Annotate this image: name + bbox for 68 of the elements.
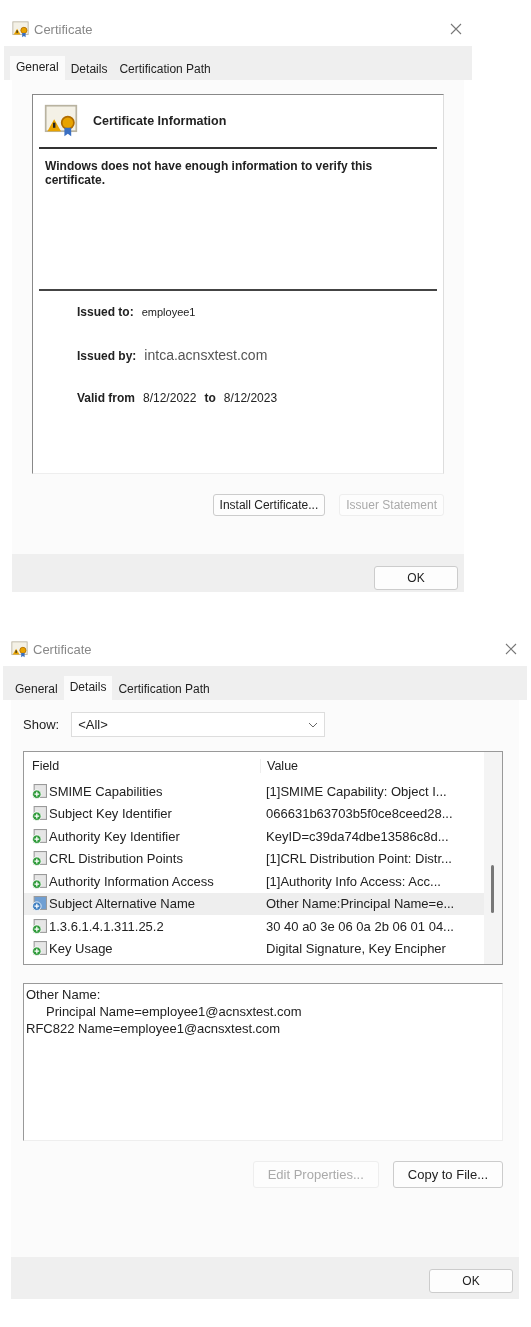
ok-button[interactable]: OK xyxy=(429,1269,513,1293)
detail-text-line: Other Name: xyxy=(26,986,102,1003)
tab[interactable]: General xyxy=(9,678,64,700)
dialog-button[interactable]: Install Certificate... xyxy=(212,494,326,516)
column-header[interactable]: Field xyxy=(24,759,260,773)
certificate-field-icon xyxy=(32,783,47,799)
warning-text: Windows does not have enough information to verify this certificate. xyxy=(39,149,437,291)
info-heading: Certificate Information xyxy=(93,114,227,128)
tab[interactable]: General xyxy=(10,56,65,80)
field-value: KeyID=c39da74dbe13586c8d... xyxy=(265,828,449,844)
field-name: SMIME Capabilities xyxy=(49,783,163,799)
detail-text-line: RFC822 Name=employee1@acnsxtest.com xyxy=(26,1020,282,1037)
field-value: Other Name:Principal Name=e... xyxy=(265,896,455,912)
dialog-button[interactable]: Copy to File... xyxy=(392,1161,503,1188)
field-value: 8/12/2023 xyxy=(223,391,278,405)
field-label: to xyxy=(204,391,216,405)
field-name: Subject Key Identifier xyxy=(49,806,172,822)
field-value: 30 40 a0 3e 06 0a 2b 06 01 04... xyxy=(265,918,454,934)
field-row[interactable]: Key Usage Digital Signature, Key Encipher xyxy=(24,937,484,960)
close-icon[interactable] xyxy=(450,23,462,35)
field-name: Authority Key Identifier xyxy=(49,828,180,844)
field-row[interactable]: SMIME Capabilities [1]SMIME Capability: Object I... xyxy=(24,780,484,803)
field-value: employee1 xyxy=(141,306,196,318)
certificate-field-icon xyxy=(32,806,47,822)
tab[interactable]: Details xyxy=(63,676,113,700)
ok-button[interactable]: OK xyxy=(374,566,458,590)
window-title: Certificate xyxy=(33,641,93,657)
window-title: Certificate xyxy=(34,21,94,37)
show-dropdown[interactable]: <All> xyxy=(71,712,326,737)
field-name: 1.3.6.1.4.1.311.25.2 xyxy=(49,918,164,934)
field-name: Authority Information Access xyxy=(49,873,214,889)
certificate-field-icon xyxy=(32,851,47,867)
field-value: 066631b63703b5f0ce8ceed28... xyxy=(265,806,453,822)
detail-text-line: Principal Name=employee1@acnsxtest.com xyxy=(45,1003,303,1020)
field-value: [1]Authority Info Access: Acc... xyxy=(265,873,441,889)
tab[interactable]: Details xyxy=(64,58,114,80)
column-header[interactable]: Value xyxy=(260,759,299,773)
field-value: 8/12/2022 xyxy=(143,391,197,405)
field-row[interactable]: Subject Alternative Name Other Name:Principal Name=e... xyxy=(24,892,484,915)
certificate-icon xyxy=(12,20,29,38)
tab[interactable]: Certification Path xyxy=(112,678,216,700)
chevron-down-icon xyxy=(308,721,319,728)
certificate-field-icon xyxy=(32,896,47,912)
field-value: Digital Signature, Key Encipher xyxy=(265,941,446,957)
field-label: Issued to: xyxy=(77,305,134,319)
certificate-field-icon xyxy=(32,918,47,934)
certificate-field-icon xyxy=(32,941,47,957)
field-row[interactable]: Authority Information Access [1]Authority Info Access: Acc... xyxy=(24,870,484,893)
certificate-field-icon xyxy=(32,873,47,889)
certificate-field-icon xyxy=(32,828,47,844)
tab[interactable]: Certification Path xyxy=(113,58,217,80)
field-value: [1]CRL Distribution Point: Distr... xyxy=(265,851,452,867)
close-icon[interactable] xyxy=(505,643,517,655)
field-row[interactable]: Subject Key Identifier 066631b63703b5f0ce8ceed28... xyxy=(24,802,484,825)
field-label: Valid from xyxy=(77,391,135,405)
field-row[interactable]: 1.3.6.1.4.1.311.25.2 30 40 a0 3e 06 0a 2b 06 01 04... xyxy=(24,915,484,938)
scrollbar-thumb[interactable] xyxy=(491,865,494,913)
certificate-icon xyxy=(11,640,28,658)
field-value: intca.acnsxtest.com xyxy=(144,347,268,363)
field-name: Key Usage xyxy=(49,941,113,957)
field-name: CRL Distribution Points xyxy=(49,851,183,867)
field-name: Subject Alternative Name xyxy=(49,896,195,912)
certificate-icon xyxy=(43,104,79,138)
field-row[interactable]: Authority Key Identifier KeyID=c39da74dbe13586c8d... xyxy=(24,825,484,848)
show-label: Show: xyxy=(23,717,60,732)
field-value: [1]SMIME Capability: Object I... xyxy=(265,783,447,799)
field-label: Issued by: xyxy=(77,349,137,363)
field-row[interactable]: CRL Distribution Points [1]CRL Distribution Point: Distr... xyxy=(24,847,484,870)
